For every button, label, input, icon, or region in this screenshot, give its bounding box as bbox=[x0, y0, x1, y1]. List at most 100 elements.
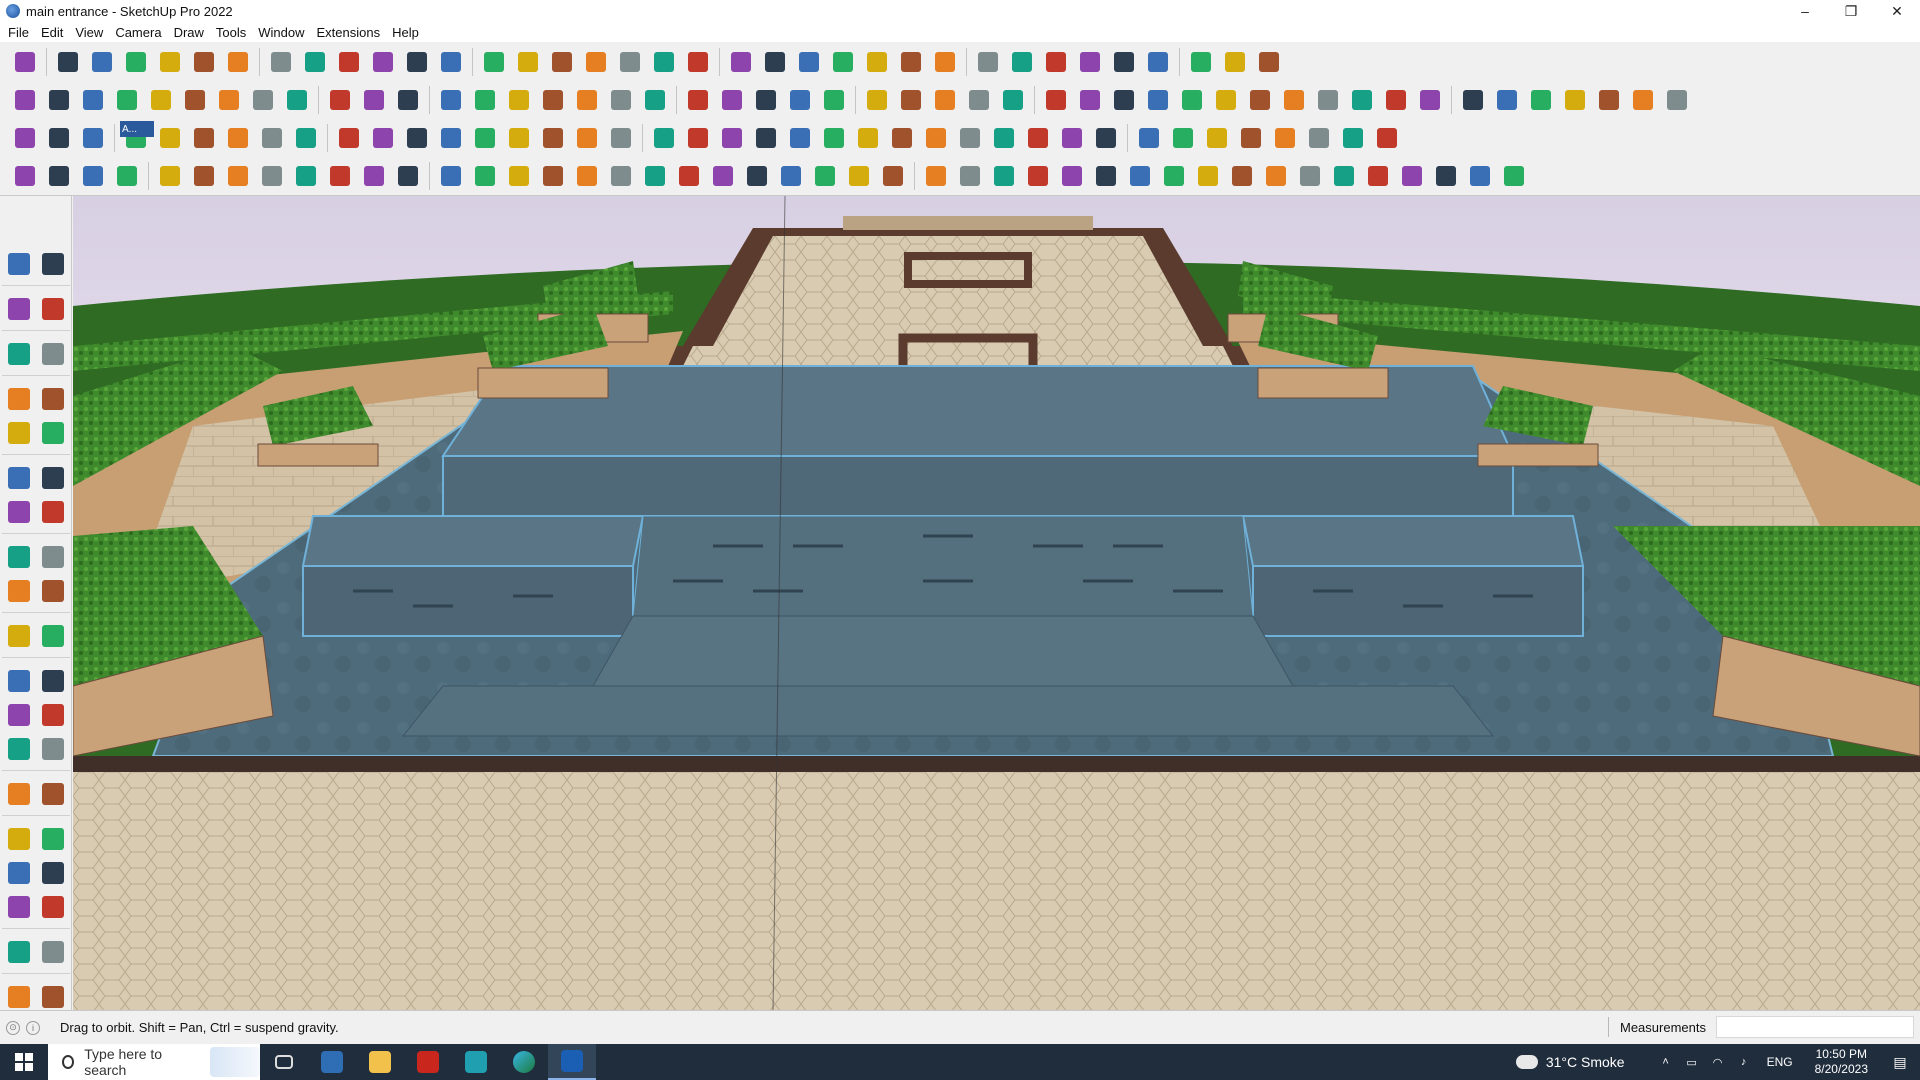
tool-button[interactable] bbox=[2, 383, 36, 415]
tool-button[interactable] bbox=[1372, 123, 1402, 153]
tool-button[interactable] bbox=[751, 85, 781, 115]
tool-button[interactable] bbox=[1594, 85, 1624, 115]
wifi-icon[interactable]: ◠ bbox=[1709, 1055, 1727, 1069]
tool-button[interactable] bbox=[2, 891, 36, 923]
tool-button[interactable] bbox=[930, 47, 960, 77]
tool-button[interactable] bbox=[921, 123, 951, 153]
tool-button[interactable] bbox=[53, 47, 83, 77]
tool-button[interactable] bbox=[785, 85, 815, 115]
tool-button[interactable] bbox=[896, 47, 926, 77]
tool-button[interactable] bbox=[1526, 85, 1556, 115]
tool-button[interactable] bbox=[44, 123, 74, 153]
tool-button[interactable] bbox=[1227, 161, 1257, 191]
close-button[interactable]: ✕ bbox=[1874, 0, 1920, 22]
tool-button[interactable] bbox=[683, 47, 713, 77]
tool-button[interactable] bbox=[1560, 85, 1590, 115]
tool-button[interactable] bbox=[708, 161, 738, 191]
tool-button[interactable] bbox=[36, 891, 70, 923]
tool-button[interactable] bbox=[1338, 123, 1368, 153]
tool-button[interactable] bbox=[1270, 123, 1300, 153]
tool-button[interactable] bbox=[189, 161, 219, 191]
tool-button[interactable] bbox=[223, 161, 253, 191]
tool-button[interactable] bbox=[10, 123, 40, 153]
tool-button[interactable] bbox=[640, 85, 670, 115]
tool-button[interactable] bbox=[402, 47, 432, 77]
tool-button[interactable] bbox=[1492, 85, 1522, 115]
menu-window[interactable]: Window bbox=[254, 25, 312, 40]
tool-button[interactable] bbox=[1363, 161, 1393, 191]
tool-button[interactable] bbox=[1236, 123, 1266, 153]
tool-button[interactable] bbox=[1109, 47, 1139, 77]
tool-button[interactable] bbox=[1279, 85, 1309, 115]
tool-button[interactable] bbox=[819, 85, 849, 115]
tool-button[interactable] bbox=[1211, 85, 1241, 115]
tool-button[interactable] bbox=[862, 85, 892, 115]
tool-button[interactable] bbox=[436, 123, 466, 153]
tool-button[interactable] bbox=[2, 823, 36, 855]
tool-button[interactable] bbox=[504, 85, 534, 115]
tool-button[interactable] bbox=[36, 733, 70, 765]
file-explorer-icon[interactable] bbox=[356, 1044, 404, 1080]
help-icon[interactable]: i bbox=[26, 1020, 40, 1035]
tool-button[interactable] bbox=[36, 541, 70, 573]
model-scene[interactable] bbox=[73, 196, 1920, 1010]
tool-button[interactable] bbox=[896, 85, 926, 115]
tool-button[interactable] bbox=[266, 47, 296, 77]
tool-button[interactable] bbox=[2, 462, 36, 494]
tool-button[interactable] bbox=[1465, 161, 1495, 191]
tool-button[interactable] bbox=[112, 85, 142, 115]
tool-button[interactable] bbox=[291, 161, 321, 191]
tool-button[interactable] bbox=[973, 47, 1003, 77]
tool-button[interactable] bbox=[1091, 161, 1121, 191]
calculator-icon[interactable] bbox=[308, 1044, 356, 1080]
tool-button[interactable] bbox=[1381, 85, 1411, 115]
tool-button[interactable] bbox=[248, 85, 278, 115]
tool-button[interactable] bbox=[2, 981, 36, 1013]
tool-button[interactable] bbox=[257, 123, 287, 153]
tool-button[interactable] bbox=[1254, 47, 1284, 77]
tool-button[interactable] bbox=[844, 161, 874, 191]
tool-button[interactable] bbox=[538, 161, 568, 191]
tool-button[interactable] bbox=[180, 85, 210, 115]
tool-button[interactable] bbox=[36, 338, 70, 370]
tool-button[interactable] bbox=[368, 47, 398, 77]
tool-button[interactable] bbox=[78, 123, 108, 153]
tool-button[interactable] bbox=[36, 293, 70, 325]
tool-button[interactable] bbox=[717, 123, 747, 153]
language-indicator[interactable]: ENG bbox=[1767, 1055, 1793, 1069]
tool-button[interactable] bbox=[2, 293, 36, 325]
tool-button[interactable] bbox=[2, 338, 36, 370]
menu-help[interactable]: Help bbox=[388, 25, 427, 40]
tool-button[interactable] bbox=[10, 47, 40, 77]
tool-button[interactable] bbox=[325, 85, 355, 115]
menu-camera[interactable]: Camera bbox=[111, 25, 169, 40]
tool-button[interactable] bbox=[2, 733, 36, 765]
tool-button[interactable] bbox=[1041, 85, 1071, 115]
geo-location-icon[interactable]: ⊙ bbox=[6, 1020, 20, 1035]
tool-button[interactable] bbox=[862, 47, 892, 77]
tool-button[interactable] bbox=[155, 123, 185, 153]
tool-button[interactable] bbox=[794, 47, 824, 77]
tool-button[interactable] bbox=[2, 699, 36, 731]
tool-button[interactable] bbox=[640, 161, 670, 191]
tool-button[interactable] bbox=[368, 123, 398, 153]
menu-edit[interactable]: Edit bbox=[37, 25, 71, 40]
tool-button[interactable] bbox=[998, 85, 1028, 115]
tool-button[interactable] bbox=[1075, 85, 1105, 115]
tool-button[interactable] bbox=[964, 85, 994, 115]
tool-button[interactable] bbox=[36, 383, 70, 415]
tool-button[interactable] bbox=[1177, 85, 1207, 115]
tool-button[interactable] bbox=[1134, 123, 1164, 153]
tool-button[interactable] bbox=[1261, 161, 1291, 191]
tool-button[interactable] bbox=[36, 496, 70, 528]
tool-button[interactable] bbox=[1109, 85, 1139, 115]
menu-extensions[interactable]: Extensions bbox=[313, 25, 389, 40]
tool-button[interactable] bbox=[36, 936, 70, 968]
tool-button[interactable] bbox=[1329, 161, 1359, 191]
tool-button[interactable] bbox=[1662, 85, 1692, 115]
tool-button[interactable] bbox=[538, 123, 568, 153]
chevron-up-icon[interactable]: ˄ bbox=[1657, 1055, 1675, 1069]
tool-button[interactable] bbox=[504, 161, 534, 191]
tool-button[interactable] bbox=[334, 123, 364, 153]
tool-button[interactable] bbox=[155, 161, 185, 191]
